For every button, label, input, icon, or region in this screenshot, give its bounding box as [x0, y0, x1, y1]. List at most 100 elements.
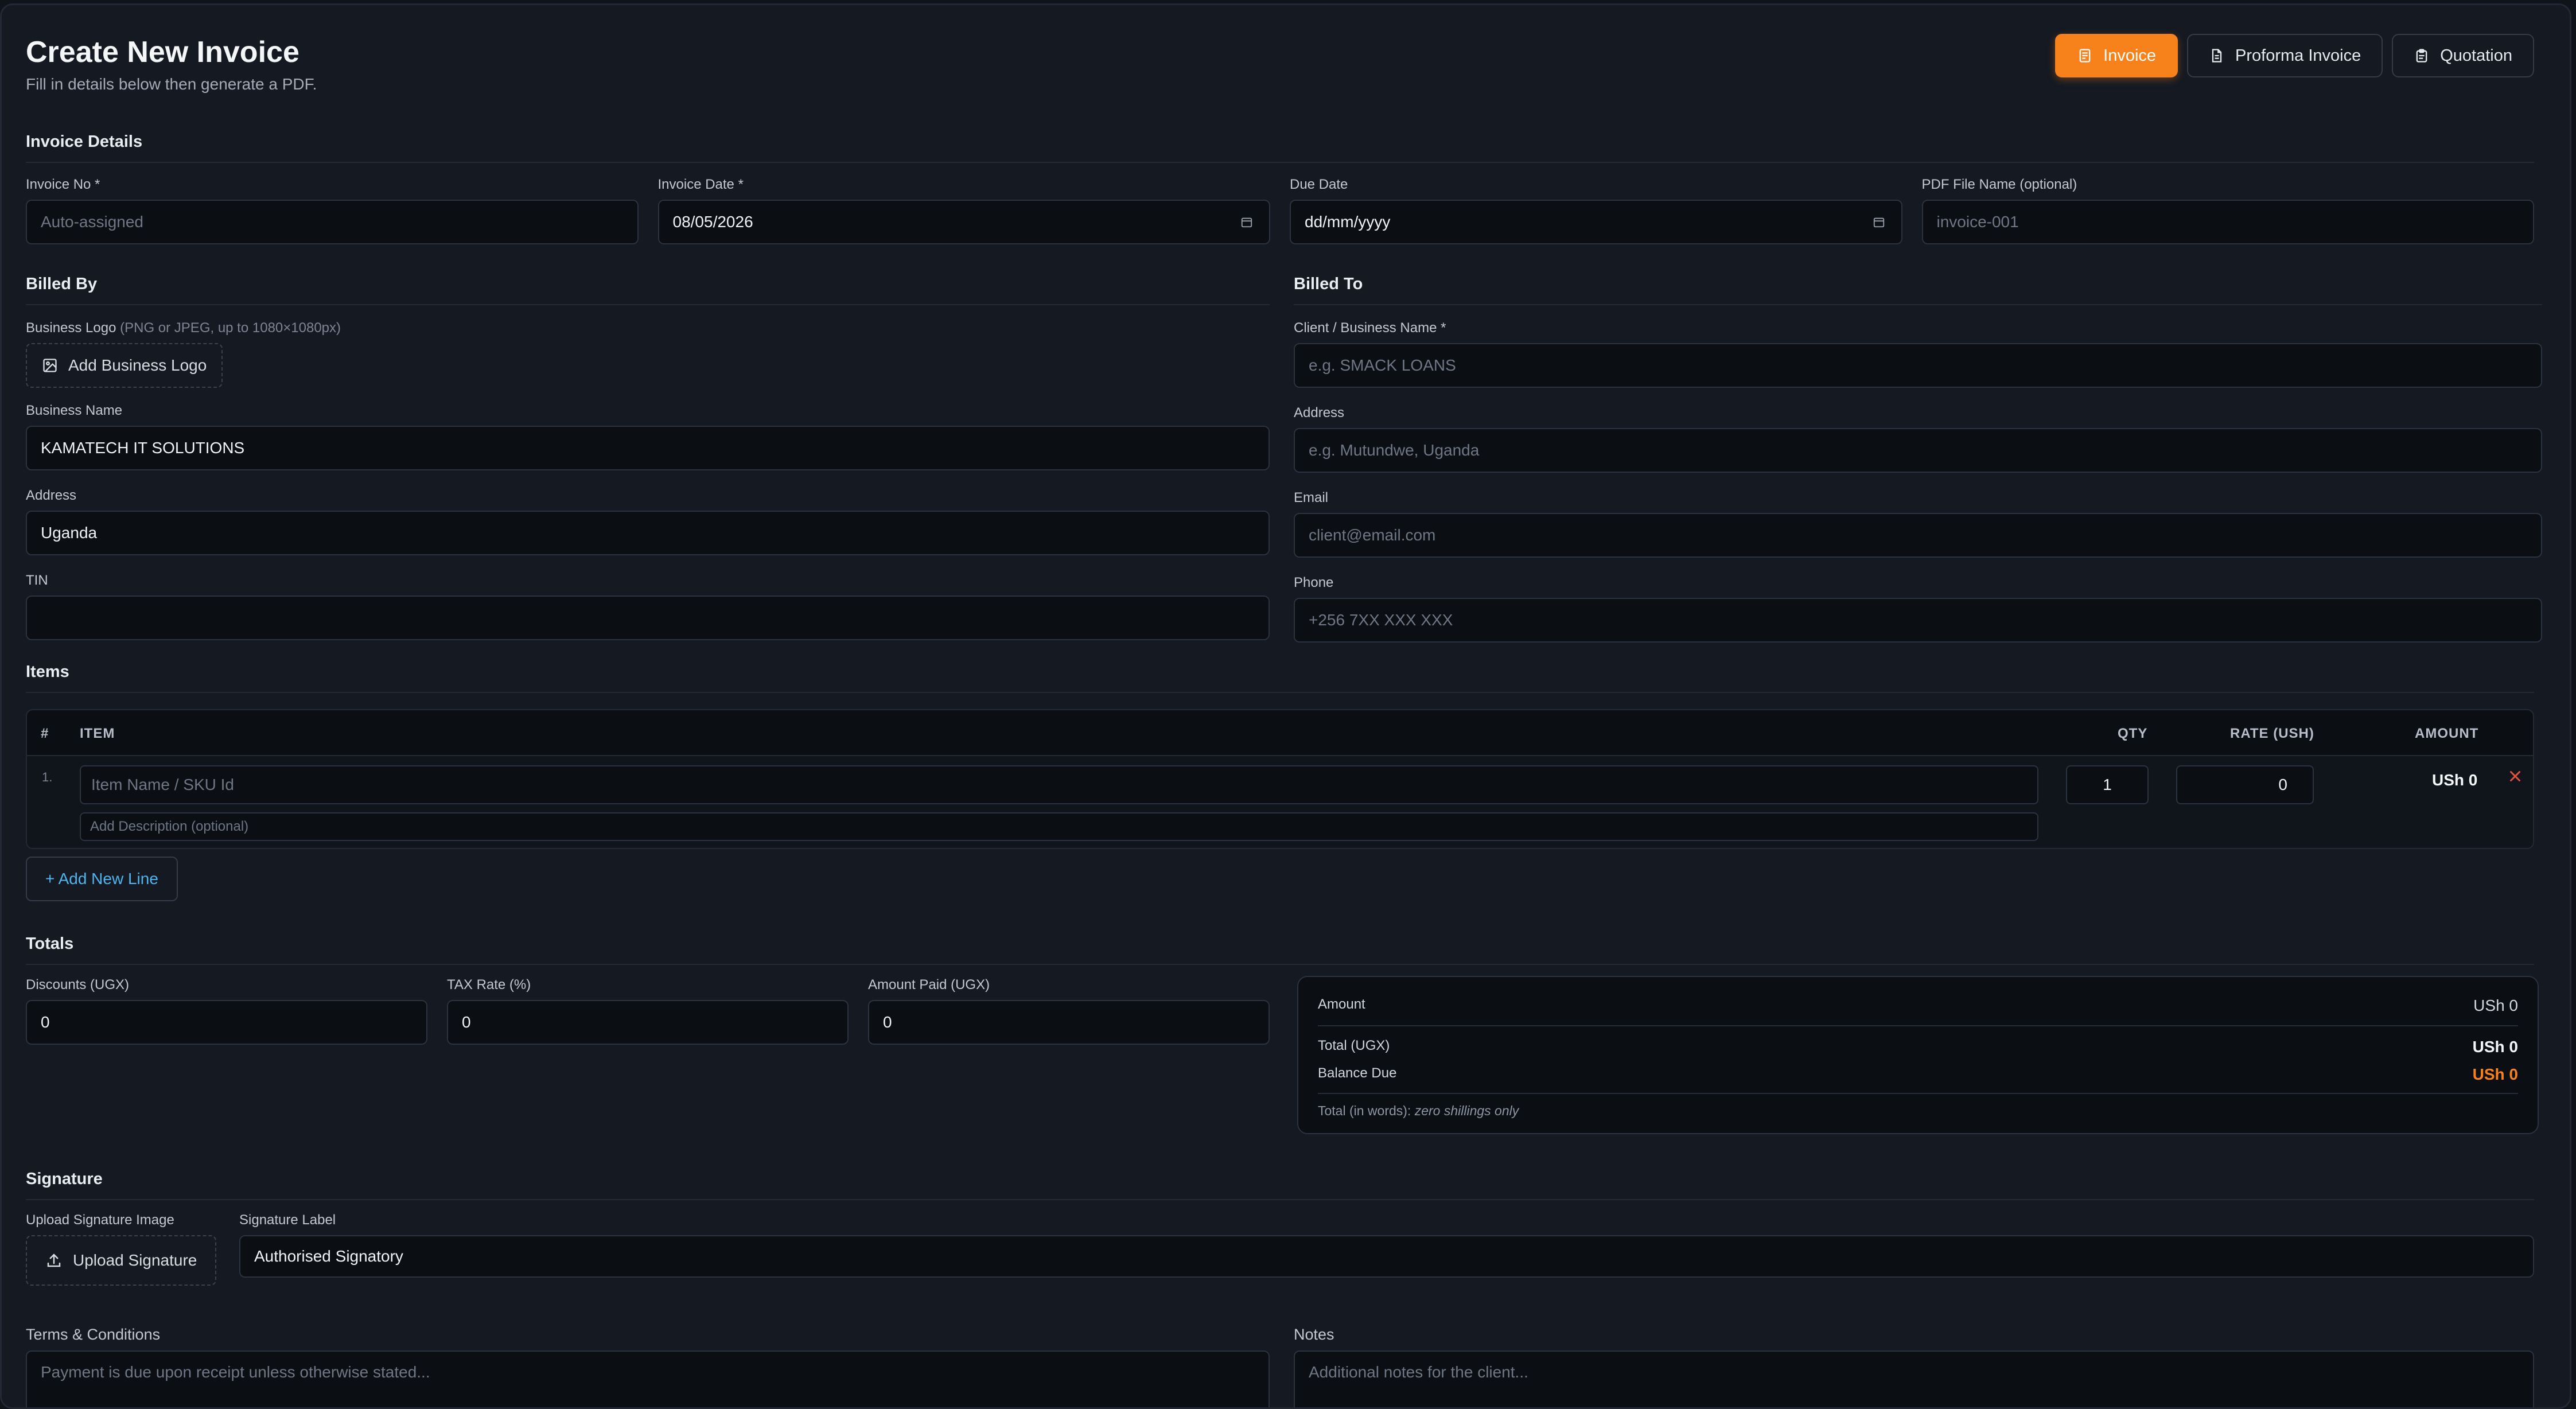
column-header-amount: AMOUNT	[2415, 726, 2479, 741]
summary-divider	[1318, 1093, 2518, 1094]
quotation-type-label: Quotation	[2440, 46, 2512, 65]
page-content: Create New Invoice Fill in details below…	[26, 5, 2542, 1407]
notes-textarea[interactable]: Additional notes for the client...	[1294, 1350, 2534, 1407]
row-number: 1.	[42, 770, 53, 784]
signature-label-label: Signature Label	[239, 1212, 336, 1228]
totals-section: Totals	[26, 935, 2534, 965]
signature-label-input[interactable]: Authorised Signatory	[239, 1235, 2534, 1278]
receipt-icon	[2079, 49, 2091, 63]
calendar-icon[interactable]	[1873, 216, 1885, 228]
summary-amount-value: USh 0	[2473, 997, 2518, 1014]
item-qty-input[interactable]: 1	[2066, 765, 2149, 804]
billed-to-title: Billed To	[1294, 275, 2542, 305]
add-business-logo-button[interactable]: Add Business Logo	[26, 343, 223, 388]
client-address-label: Address	[1294, 405, 1345, 421]
remove-row-icon[interactable]	[2507, 768, 2524, 785]
upload-icon	[47, 1254, 61, 1267]
column-header-item: ITEM	[80, 726, 115, 741]
summary-amount-label: Amount	[1318, 997, 1365, 1012]
amount-paid-label: Amount Paid (UGX)	[868, 977, 990, 992]
add-business-logo-label: Add Business Logo	[68, 356, 207, 374]
pdf-file-name-input[interactable]: invoice-001	[1921, 200, 2534, 244]
discounts-input[interactable]: 0	[26, 1000, 427, 1045]
totals-inputs: Discounts (UGX) 0 TAX Rate (%) 0 Amount …	[26, 977, 1270, 1045]
client-phone-input[interactable]: +256 7XX XXX XXX	[1294, 598, 2542, 643]
upload-signature-label: Upload Signature Image	[26, 1212, 174, 1228]
upload-signature-button[interactable]: Upload Signature	[26, 1235, 217, 1286]
invoice-date-group: Invoice Date * 08/05/2026	[657, 177, 1270, 244]
page-title: Create New Invoice	[26, 36, 299, 69]
due-date-value: dd/mm/yyyy	[1305, 213, 1391, 231]
notes-label: Notes	[1294, 1326, 1334, 1343]
calendar-icon[interactable]	[1240, 216, 1253, 228]
billed-to-section: Billed To Client / Business Name * e.g. …	[1294, 275, 2542, 643]
upload-signature-group: Upload Signature Image Upload Signature	[26, 1212, 217, 1286]
invoice-date-value: 08/05/2026	[672, 213, 753, 231]
client-address-input[interactable]: e.g. Mutundwe, Uganda	[1294, 428, 2542, 473]
summary-total-row: Total (UGX) USh 0	[1318, 1038, 2518, 1056]
summary-total-value: USh 0	[2472, 1038, 2518, 1056]
amount-paid-input[interactable]: 0	[868, 1000, 1270, 1045]
invoice-no-label: Invoice No *	[26, 177, 100, 192]
tin-input[interactable]	[26, 595, 1270, 640]
invoice-details-section: Invoice Details Invoice No * Auto-assign…	[26, 133, 2534, 244]
terms-textarea[interactable]: Payment is due upon receipt unless other…	[26, 1350, 1270, 1407]
tax-rate-label: TAX Rate (%)	[447, 977, 531, 992]
notes-group: Notes Additional notes for the client...	[1294, 1326, 2534, 1407]
signature-title: Signature	[26, 1170, 2534, 1200]
image-icon	[43, 359, 57, 372]
total-in-words-value: zero shillings only	[1414, 1103, 1519, 1118]
tin-label: TIN	[26, 573, 48, 588]
invoice-details-title: Invoice Details	[26, 133, 2534, 163]
invoice-date-label: Invoice Date *	[657, 177, 744, 192]
item-rate-input[interactable]: 0	[2176, 765, 2314, 804]
due-date-group: Due Date dd/mm/yyyy	[1290, 177, 1902, 244]
business-name-label: Business Name	[26, 403, 123, 418]
proforma-invoice-type-button[interactable]: Proforma Invoice	[2187, 34, 2383, 77]
document-icon	[2212, 49, 2222, 63]
business-name-input[interactable]: KAMATECH IT SOLUTIONS	[26, 426, 1270, 470]
invoice-type-button[interactable]: Invoice	[2055, 34, 2178, 77]
upload-signature-button-label: Upload Signature	[73, 1251, 197, 1269]
column-header-rate: RATE (USH)	[2230, 726, 2314, 741]
tax-rate-group: TAX Rate (%) 0	[447, 977, 849, 1045]
total-in-words: Total (in words): zero shillings only	[1318, 1103, 2518, 1119]
item-description-input[interactable]: Add Description (optional)	[80, 812, 2038, 841]
invoice-no-input[interactable]: Auto-assigned	[26, 200, 639, 244]
signature-label-group: Signature Label Authorised Signatory	[239, 1212, 2534, 1278]
totals-summary-card: Amount USh 0 Total (UGX) USh 0 Balance D…	[1297, 976, 2539, 1134]
items-section: Items # ITEM QTY RATE (USH) AMOUNT 1. It…	[26, 663, 2534, 849]
discounts-group: Discounts (UGX) 0	[26, 977, 427, 1045]
terms-group: Terms & Conditions Payment is due upon r…	[26, 1326, 1270, 1407]
discounts-label: Discounts (UGX)	[26, 977, 130, 992]
client-email-label: Email	[1294, 490, 1329, 505]
item-name-input[interactable]: Item Name / SKU Id	[80, 765, 2038, 804]
client-email-input[interactable]: client@email.com	[1294, 513, 2542, 558]
business-logo-label: Business Logo (PNG or JPEG, up to 1080×1…	[26, 320, 341, 336]
proforma-invoice-type-label: Proforma Invoice	[2235, 46, 2361, 65]
add-new-line-button[interactable]: + Add New Line	[26, 857, 178, 901]
business-logo-hint: (PNG or JPEG, up to 1080×1080px)	[120, 320, 341, 336]
column-header-qty: QTY	[2118, 726, 2148, 741]
pdf-file-name-group: PDF File Name (optional) invoice-001	[1921, 177, 2534, 244]
summary-divider	[1318, 1025, 2518, 1026]
column-header-num: #	[41, 726, 49, 741]
client-phone-label: Phone	[1294, 575, 1334, 590]
page-subtitle: Fill in details below then generate a PD…	[26, 75, 317, 93]
billed-by-address-input[interactable]: Uganda	[26, 511, 1270, 555]
summary-total-label: Total (UGX)	[1318, 1038, 1390, 1053]
billed-by-address-label: Address	[26, 488, 77, 503]
items-table-header: # ITEM QTY RATE (USH) AMOUNT	[27, 710, 2533, 756]
tax-rate-input[interactable]: 0	[447, 1000, 849, 1045]
clipboard-icon	[2416, 49, 2427, 63]
billed-by-section: Billed By Business Logo (PNG or JPEG, up…	[26, 275, 1270, 640]
invoice-no-group: Invoice No * Auto-assigned	[26, 177, 639, 244]
due-date-input[interactable]: dd/mm/yyyy	[1290, 200, 1902, 244]
document-type-switcher: Invoice Proforma Invoice Quotation	[2055, 34, 2534, 77]
client-name-input[interactable]: e.g. SMACK LOANS	[1294, 343, 2542, 388]
summary-balance-row: Balance Due USh 0	[1318, 1065, 2518, 1084]
items-table: # ITEM QTY RATE (USH) AMOUNT 1. Item Nam…	[26, 709, 2534, 849]
quotation-type-button[interactable]: Quotation	[2392, 34, 2534, 77]
invoice-date-input[interactable]: 08/05/2026	[657, 200, 1270, 244]
summary-balance-value: USh 0	[2472, 1065, 2518, 1083]
